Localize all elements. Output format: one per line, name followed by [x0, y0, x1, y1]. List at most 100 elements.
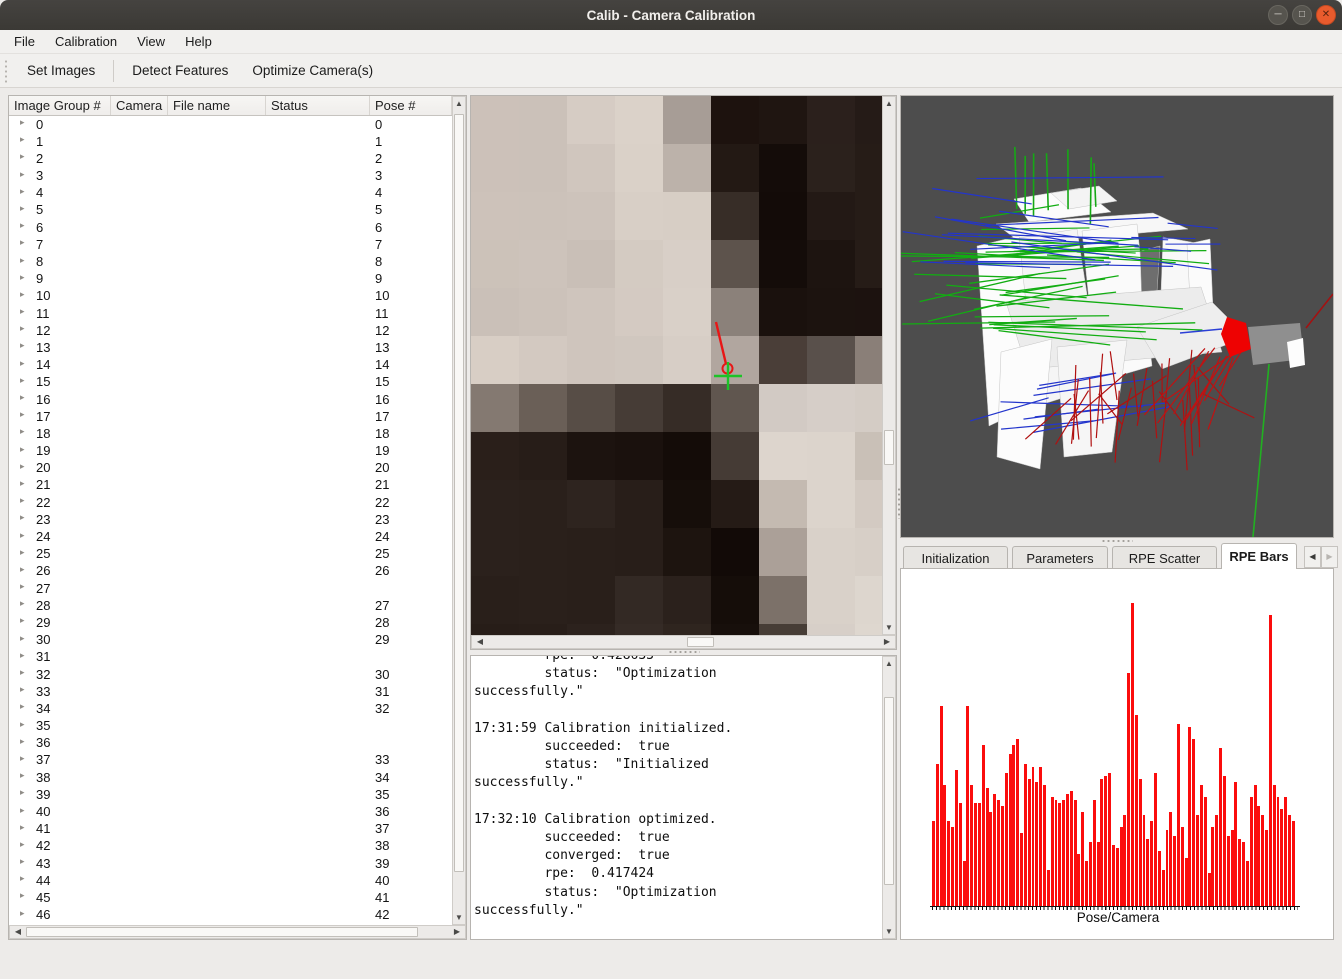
splitter-middle-right[interactable]: [897, 487, 901, 519]
close-button[interactable]: ✕: [1316, 5, 1336, 25]
expander-icon[interactable]: ▸: [20, 856, 25, 867]
expander-icon[interactable]: ▸: [20, 736, 25, 747]
image-detail-view[interactable]: ▲ ▼ ◀ ▶: [470, 95, 897, 650]
expander-icon[interactable]: ▸: [20, 805, 25, 816]
expander-icon[interactable]: ▸: [20, 478, 25, 489]
tab-parameters[interactable]: Parameters: [1012, 546, 1108, 569]
table-row[interactable]: ▸88: [9, 254, 452, 271]
table-row[interactable]: ▸66: [9, 219, 452, 236]
toolbar-drag-handle[interactable]: [4, 59, 9, 83]
scroll-right-icon[interactable]: ▶: [450, 926, 464, 938]
expander-icon[interactable]: ▸: [20, 564, 25, 575]
table-row[interactable]: ▸1313: [9, 339, 452, 356]
expander-icon[interactable]: ▸: [20, 289, 25, 300]
table-row[interactable]: ▸2020: [9, 460, 452, 477]
expander-icon[interactable]: ▸: [20, 839, 25, 850]
tab-initialization[interactable]: Initialization: [903, 546, 1008, 569]
table-row[interactable]: ▸2121: [9, 477, 452, 494]
column-header-image-group-[interactable]: Image Group #: [9, 96, 111, 115]
tab-scroll-left[interactable]: ◀: [1304, 546, 1321, 568]
expander-icon[interactable]: ▸: [20, 323, 25, 334]
expander-icon[interactable]: ▸: [20, 581, 25, 592]
image-vertical-scrollbar[interactable]: ▲ ▼: [882, 96, 896, 635]
expander-icon[interactable]: ▸: [20, 530, 25, 541]
expander-icon[interactable]: ▸: [20, 375, 25, 386]
table-row[interactable]: ▸1818: [9, 425, 452, 442]
table-row[interactable]: ▸4440: [9, 872, 452, 889]
scrollbar-thumb[interactable]: [884, 697, 894, 885]
toolbar-button-detect-features[interactable]: Detect Features: [120, 57, 240, 84]
table-row[interactable]: ▸4339: [9, 855, 452, 872]
maximize-button[interactable]: □: [1292, 5, 1312, 25]
table-row[interactable]: ▸1717: [9, 408, 452, 425]
splitter-image-log[interactable]: [668, 650, 700, 654]
expander-icon[interactable]: ▸: [20, 117, 25, 128]
pose-3d-view[interactable]: [900, 95, 1334, 538]
minimize-button[interactable]: ─: [1268, 5, 1288, 25]
table-row[interactable]: ▸2222: [9, 494, 452, 511]
expander-icon[interactable]: ▸: [20, 151, 25, 162]
scroll-left-icon[interactable]: ◀: [473, 636, 487, 648]
scrollbar-thumb[interactable]: [26, 927, 418, 937]
scroll-down-icon[interactable]: ▼: [883, 927, 895, 936]
scrollbar-thumb[interactable]: [687, 637, 714, 647]
column-header-file-name[interactable]: File name: [168, 96, 266, 115]
table-row[interactable]: ▸4642: [9, 907, 452, 924]
table-row[interactable]: ▸36: [9, 735, 452, 752]
table-row[interactable]: ▸55: [9, 202, 452, 219]
image-horizontal-scrollbar[interactable]: ◀ ▶: [471, 635, 896, 649]
table-row[interactable]: ▸1919: [9, 443, 452, 460]
menu-help[interactable]: Help: [175, 31, 222, 52]
menu-file[interactable]: File: [4, 31, 45, 52]
table-row[interactable]: ▸1111: [9, 305, 452, 322]
table-row[interactable]: ▸3432: [9, 700, 452, 717]
expander-icon[interactable]: ▸: [20, 358, 25, 369]
table-row[interactable]: ▸2323: [9, 511, 452, 528]
table-row[interactable]: ▸77: [9, 236, 452, 253]
table-row[interactable]: ▸3029: [9, 632, 452, 649]
table-row[interactable]: ▸2626: [9, 563, 452, 580]
table-row[interactable]: ▸3935: [9, 786, 452, 803]
table-row[interactable]: ▸3834: [9, 769, 452, 786]
table-row[interactable]: ▸11: [9, 133, 452, 150]
table-row[interactable]: ▸4541: [9, 889, 452, 906]
expander-icon[interactable]: ▸: [20, 237, 25, 248]
splitter-3d-tabs[interactable]: [1101, 539, 1133, 543]
table-row[interactable]: ▸99: [9, 271, 452, 288]
expander-icon[interactable]: ▸: [20, 169, 25, 180]
table-row[interactable]: ▸3331: [9, 683, 452, 700]
column-header-status[interactable]: Status: [266, 96, 370, 115]
expander-icon[interactable]: ▸: [20, 426, 25, 437]
table-row[interactable]: ▸22: [9, 150, 452, 167]
log-vertical-scrollbar[interactable]: ▲ ▼: [882, 656, 896, 939]
scroll-up-icon[interactable]: ▲: [453, 99, 465, 108]
scroll-up-icon[interactable]: ▲: [883, 99, 895, 108]
table-row[interactable]: ▸1515: [9, 374, 452, 391]
expander-icon[interactable]: ▸: [20, 306, 25, 317]
tab-rpe-bars[interactable]: RPE Bars: [1221, 543, 1297, 569]
table-row[interactable]: ▸27: [9, 580, 452, 597]
table-row[interactable]: ▸00: [9, 116, 452, 133]
expander-icon[interactable]: ▸: [20, 495, 25, 506]
scroll-left-icon[interactable]: ◀: [11, 926, 25, 938]
expander-icon[interactable]: ▸: [20, 615, 25, 626]
expander-icon[interactable]: ▸: [20, 873, 25, 884]
table-row[interactable]: ▸2525: [9, 546, 452, 563]
table-row[interactable]: ▸3230: [9, 666, 452, 683]
expander-icon[interactable]: ▸: [20, 444, 25, 455]
expander-icon[interactable]: ▸: [20, 787, 25, 798]
table-row[interactable]: ▸2928: [9, 614, 452, 631]
table-row[interactable]: ▸1212: [9, 322, 452, 339]
table-row[interactable]: ▸4137: [9, 821, 452, 838]
expander-icon[interactable]: ▸: [20, 719, 25, 730]
table-row[interactable]: ▸1414: [9, 357, 452, 374]
table-vertical-scrollbar[interactable]: ▲ ▼: [452, 96, 466, 925]
table-row[interactable]: ▸35: [9, 718, 452, 735]
table-row[interactable]: ▸2827: [9, 597, 452, 614]
scroll-right-icon[interactable]: ▶: [880, 636, 894, 648]
menu-calibration[interactable]: Calibration: [45, 31, 127, 52]
expander-icon[interactable]: ▸: [20, 753, 25, 764]
table-row[interactable]: ▸1616: [9, 391, 452, 408]
expander-icon[interactable]: ▸: [20, 409, 25, 420]
expander-icon[interactable]: ▸: [20, 547, 25, 558]
